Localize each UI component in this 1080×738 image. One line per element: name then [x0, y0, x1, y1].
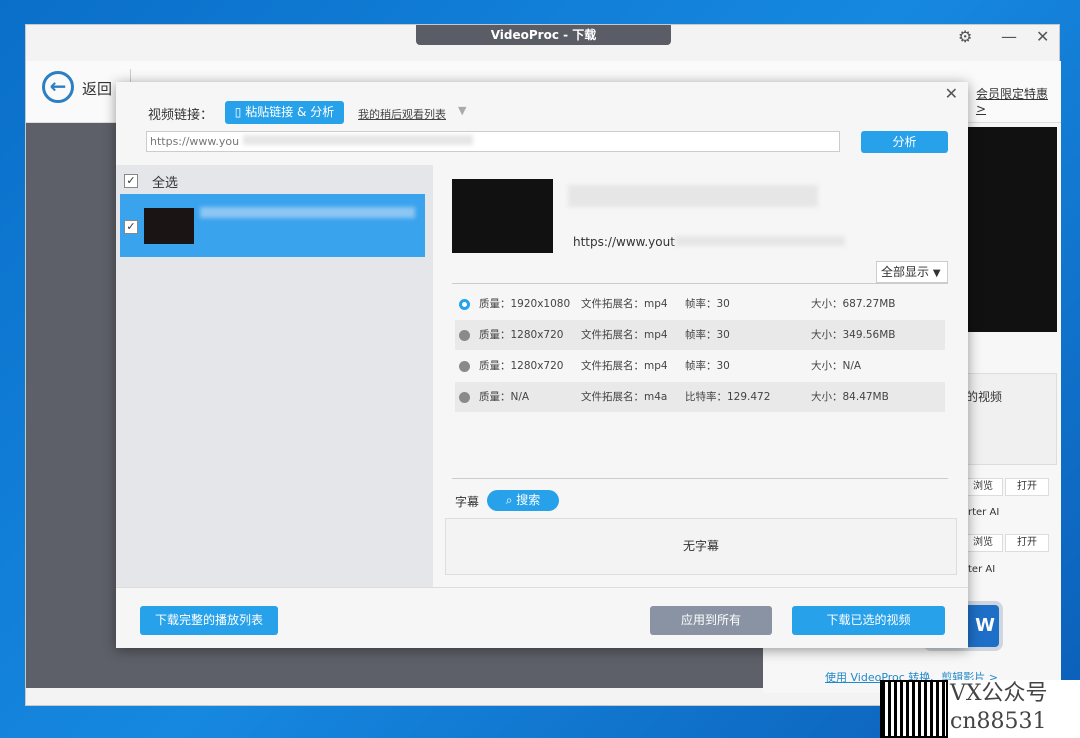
video-detail: https://www.yout 全部显示 ▼ 质量：1920x1080 文件拓… [433, 165, 968, 587]
download-dialog: ✕ 视频链接： ▯ 粘贴链接 & 分析 我的稍后观看列表 ▼ https://w… [116, 82, 968, 648]
select-all-checkbox[interactable]: ✓ [124, 173, 138, 188]
dialog-close-icon[interactable]: ✕ [945, 84, 958, 103]
format-extension: 文件拓展名：mp4 [581, 298, 668, 310]
show-all-label: 全部显示 [881, 265, 930, 279]
subtitle-search-label: 搜索 [516, 493, 541, 507]
select-all-label: 全选 [152, 176, 179, 191]
ai-label-2: ter AI [968, 564, 996, 575]
dropdown-arrow-icon[interactable]: ▼ [458, 104, 466, 117]
no-subtitle-text: 无字幕 [682, 539, 719, 553]
video-checkbox[interactable]: ✓ [124, 220, 138, 234]
window-title: VideoProc - 下载 [416, 25, 671, 45]
format-quality: 质量：1280x720 [479, 360, 564, 372]
download-selected-button[interactable]: 下载已选的视频 [792, 606, 945, 635]
clipboard-icon: ▯ [234, 105, 246, 119]
format-size: 大小：84.47MB [811, 391, 889, 403]
format-radio[interactable] [459, 392, 470, 403]
redacted-url [243, 135, 474, 145]
redacted-video-url [674, 236, 845, 246]
watermark-line2: cn88531 [950, 709, 1047, 734]
apply-all-button[interactable]: 应用到所有 [650, 606, 772, 635]
back-button[interactable]: 返回 [82, 78, 112, 99]
format-extension: 文件拓展名：mp4 [581, 360, 668, 372]
format-rate: 帧率：30 [685, 360, 730, 372]
paste-analyze-label: 粘贴链接 & 分析 [245, 105, 335, 119]
format-radio[interactable] [459, 299, 470, 310]
close-window-button[interactable]: ✕ [1036, 27, 1049, 46]
format-rate: 帧率：30 [685, 329, 730, 341]
info-text: 的视频 [966, 390, 1003, 404]
qr-code [880, 680, 948, 738]
video-url: https://www.yout [573, 235, 845, 249]
format-size: 大小：687.27MB [811, 298, 896, 310]
url-label: 视频链接： [148, 108, 214, 123]
format-row[interactable]: 质量：1280x720 文件拓展名：mp4 帧率：30 大小：N/A [455, 351, 945, 381]
format-rate: 比特率：129.472 [685, 391, 771, 403]
show-all-dropdown[interactable]: 全部显示 ▼ [876, 261, 948, 283]
video-thumbnail [144, 208, 194, 244]
ai-label: rter AI [968, 507, 1000, 518]
format-radio[interactable] [459, 361, 470, 372]
redacted-title [200, 207, 415, 218]
divider [116, 587, 968, 588]
format-row[interactable]: 质量：N/A 文件拓展名：m4a 比特率：129.472 大小：84.47MB [455, 382, 945, 412]
watch-later-link[interactable]: 我的稍后观看列表 [358, 106, 446, 122]
format-extension: 文件拓展名：m4a [581, 391, 668, 403]
url-input[interactable]: https://www.you [146, 131, 840, 152]
subtitle-box: 无字幕 [445, 518, 957, 575]
format-quality: 质量：1280x720 [479, 329, 564, 341]
format-quality: 质量：1920x1080 [479, 298, 571, 310]
format-radio[interactable] [459, 330, 470, 341]
video-list-item[interactable]: ✓ [120, 194, 425, 257]
watermark: VX公众号 cn88531 [948, 680, 1080, 738]
analyze-button[interactable]: 分析 [861, 131, 948, 153]
promo-link[interactable]: 会员限定特惠 > [976, 85, 1061, 116]
back-arrow-icon[interactable]: ← [42, 71, 74, 103]
watermark-line1: VX公众号 [950, 681, 1048, 706]
format-row[interactable]: 质量：1280x720 文件拓展名：mp4 帧率：30 大小：349.56MB [455, 320, 945, 350]
video-url-text: https://www.yout [573, 235, 675, 249]
download-playlist-button[interactable]: 下载完整的播放列表 [140, 606, 278, 635]
open-button[interactable]: 打开 [1005, 478, 1049, 496]
video-list: ✓ 全选 ✓ [116, 165, 433, 587]
format-rate: 帧率：30 [685, 298, 730, 310]
paste-analyze-button[interactable]: ▯ 粘贴链接 & 分析 [225, 101, 344, 124]
search-icon: ⌕ [505, 493, 517, 507]
divider [452, 283, 948, 284]
video-preview-thumbnail [452, 179, 553, 253]
format-quality: 质量：N/A [479, 391, 530, 403]
format-size: 大小：349.56MB [811, 329, 896, 341]
format-extension: 文件拓展名：mp4 [581, 329, 668, 341]
settings-gear-icon[interactable]: ⚙ [958, 27, 972, 46]
open-button-2[interactable]: 打开 [1005, 534, 1049, 552]
format-size: 大小：N/A [811, 360, 862, 372]
url-input-value: https://www.you [150, 135, 240, 148]
format-row[interactable]: 质量：1920x1080 文件拓展名：mp4 帧率：30 大小：687.27MB [455, 289, 945, 319]
redacted-video-title [568, 185, 818, 207]
chevron-down-icon: ▼ [932, 268, 941, 279]
subtitle-label: 字幕 [455, 495, 480, 509]
minimize-button[interactable]: — [1001, 27, 1017, 46]
divider [452, 478, 948, 479]
subtitle-search-button[interactable]: ⌕ 搜索 [487, 490, 559, 511]
browse-button-2[interactable]: 浏览 [963, 534, 1003, 552]
browse-button[interactable]: 浏览 [963, 478, 1003, 496]
